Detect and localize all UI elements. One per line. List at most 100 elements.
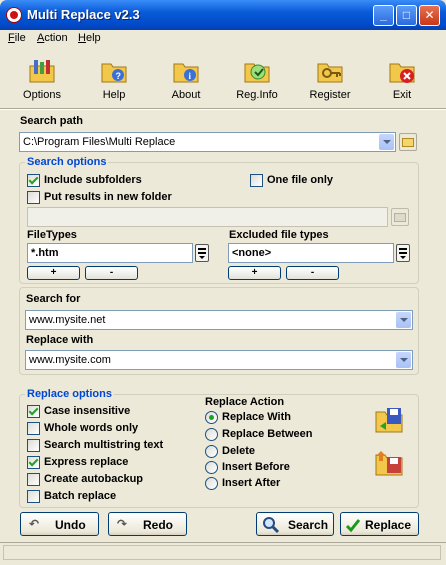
express-replace-checkbox[interactable] xyxy=(27,456,40,469)
toolbar-exit-label: Exit xyxy=(392,89,412,101)
search-path-value: C:\Program Files\Multi Replace xyxy=(23,136,176,148)
menu-help-accel: H xyxy=(78,32,86,44)
redo-button[interactable]: ↷ Redo xyxy=(108,512,187,536)
excluded-types-label: Excluded file types xyxy=(229,229,329,241)
window-title: Multi Replace v2.3 xyxy=(27,7,140,22)
menu-action-label: ction xyxy=(44,32,68,44)
toolbar-exit-button[interactable]: Exit xyxy=(373,52,431,106)
toolbar-options-label: Options xyxy=(23,89,61,101)
excluded-types-menu-button[interactable] xyxy=(396,244,410,262)
insert-after-radio-label: Insert After xyxy=(222,477,281,489)
one-file-only-label: One file only xyxy=(267,174,334,186)
result-folder-field[interactable] xyxy=(27,207,388,227)
search-path-combo[interactable]: C:\Program Files\Multi Replace xyxy=(19,132,396,152)
include-subfolders-checkbox[interactable] xyxy=(27,174,40,187)
search-options-title: Search options xyxy=(25,156,109,168)
multistring-checkbox[interactable] xyxy=(27,439,40,452)
replace-between-radio[interactable] xyxy=(205,428,218,441)
replace-action-title: Replace Action xyxy=(205,396,285,408)
menu-help-label: elp xyxy=(85,32,101,44)
batch-replace-checkbox[interactable] xyxy=(27,490,40,503)
chevron-down-icon[interactable] xyxy=(379,134,394,150)
toolbar-help-button[interactable]: ? Help xyxy=(85,52,143,106)
search-for-value: www.mysite.net xyxy=(29,314,106,326)
search-label: Search xyxy=(288,518,329,532)
browse-folder-button[interactable] xyxy=(399,133,417,151)
toolbar-register-label: Register xyxy=(309,89,351,101)
search-icon xyxy=(263,517,280,534)
undo-button[interactable]: ↶ Undo xyxy=(20,512,99,536)
maximize-button[interactable]: □ xyxy=(396,5,417,26)
status-panel xyxy=(3,545,441,560)
search-for-combo[interactable]: www.mysite.net xyxy=(25,310,413,330)
autobackup-label: Create autobackup xyxy=(44,473,144,485)
menu-file-accel: F xyxy=(8,32,15,44)
folder-open-icon xyxy=(402,138,414,147)
delete-radio-label: Delete xyxy=(222,445,256,457)
toolbar-reginfo-label: Reg.Info xyxy=(236,89,278,101)
search-button[interactable]: Search xyxy=(256,512,334,536)
reginfo-icon xyxy=(244,63,270,83)
toolbar-separator xyxy=(0,108,446,110)
chevron-down-icon[interactable] xyxy=(396,312,411,328)
menu-help[interactable]: Help xyxy=(78,32,101,44)
redo-label: Redo xyxy=(143,518,173,532)
svg-text:?: ? xyxy=(116,71,122,81)
undo-arrow-icon: ↶ xyxy=(29,517,40,531)
put-results-checkbox[interactable] xyxy=(27,191,40,204)
folder-open-icon xyxy=(394,213,406,222)
register-key-icon xyxy=(317,63,343,83)
close-button[interactable]: ✕ xyxy=(419,5,440,26)
excluded-remove-button[interactable]: - xyxy=(286,266,339,280)
include-subfolders-label: Include subfolders xyxy=(44,174,142,186)
minimize-button[interactable]: _ xyxy=(373,5,394,26)
options-icon xyxy=(29,60,55,83)
toolbar-options-button[interactable]: Options xyxy=(13,52,71,106)
filetypes-field[interactable]: *.htm xyxy=(27,243,193,263)
search-for-label: Search for xyxy=(26,293,81,305)
replace-options-title: Replace options xyxy=(25,388,114,400)
whole-words-label: Whole words only xyxy=(44,422,139,434)
put-results-label: Put results in new folder xyxy=(44,191,172,203)
insert-before-radio[interactable] xyxy=(205,461,218,474)
redo-arrow-icon: ↷ xyxy=(117,517,128,531)
toolbar-register-button[interactable]: Register xyxy=(301,52,359,106)
filetypes-menu-button[interactable] xyxy=(195,244,209,262)
filetypes-value: *.htm xyxy=(31,247,59,259)
app-icon[interactable] xyxy=(6,7,22,23)
autobackup-checkbox[interactable] xyxy=(27,473,40,486)
menu-file-label: ile xyxy=(14,32,26,44)
menu-action[interactable]: Action xyxy=(37,32,68,44)
replace-with-value: www.mysite.com xyxy=(29,354,111,366)
filetypes-label: FileTypes xyxy=(27,229,77,241)
result-folder-browse-button[interactable] xyxy=(391,208,409,226)
multistring-label: Search multistring text xyxy=(44,439,164,451)
delete-radio[interactable] xyxy=(205,445,218,458)
toolbar-about-button[interactable]: i About xyxy=(157,52,215,106)
help-icon: ? xyxy=(101,63,127,83)
chevron-down-icon[interactable] xyxy=(396,352,411,368)
insert-before-radio-label: Insert Before xyxy=(222,461,290,473)
save-settings-icon[interactable] xyxy=(374,404,404,434)
excluded-add-button[interactable]: + xyxy=(228,266,281,280)
undo-label: Undo xyxy=(55,518,86,532)
toolbar-reginfo-button[interactable]: Reg.Info xyxy=(228,52,286,106)
replace-with-radio-label: Replace With xyxy=(222,411,291,423)
excluded-types-field[interactable]: <none> xyxy=(228,243,394,263)
replace-with-combo[interactable]: www.mysite.com xyxy=(25,350,413,370)
express-replace-label: Express replace xyxy=(44,456,129,468)
menu-file[interactable]: File xyxy=(8,32,26,44)
case-insensitive-checkbox[interactable] xyxy=(27,405,40,418)
replace-with-radio[interactable] xyxy=(205,411,218,424)
info-icon: i xyxy=(173,63,199,83)
filetypes-add-button[interactable]: + xyxy=(27,266,80,280)
replace-button[interactable]: Replace xyxy=(340,512,419,536)
filetypes-remove-button[interactable]: - xyxy=(85,266,138,280)
one-file-only-checkbox[interactable] xyxy=(250,174,263,187)
whole-words-checkbox[interactable] xyxy=(27,422,40,435)
excluded-types-value: <none> xyxy=(232,247,272,259)
load-settings-icon[interactable] xyxy=(374,447,404,477)
replace-label: Replace xyxy=(365,518,412,532)
batch-replace-label: Batch replace xyxy=(44,490,117,502)
insert-after-radio[interactable] xyxy=(205,477,218,490)
